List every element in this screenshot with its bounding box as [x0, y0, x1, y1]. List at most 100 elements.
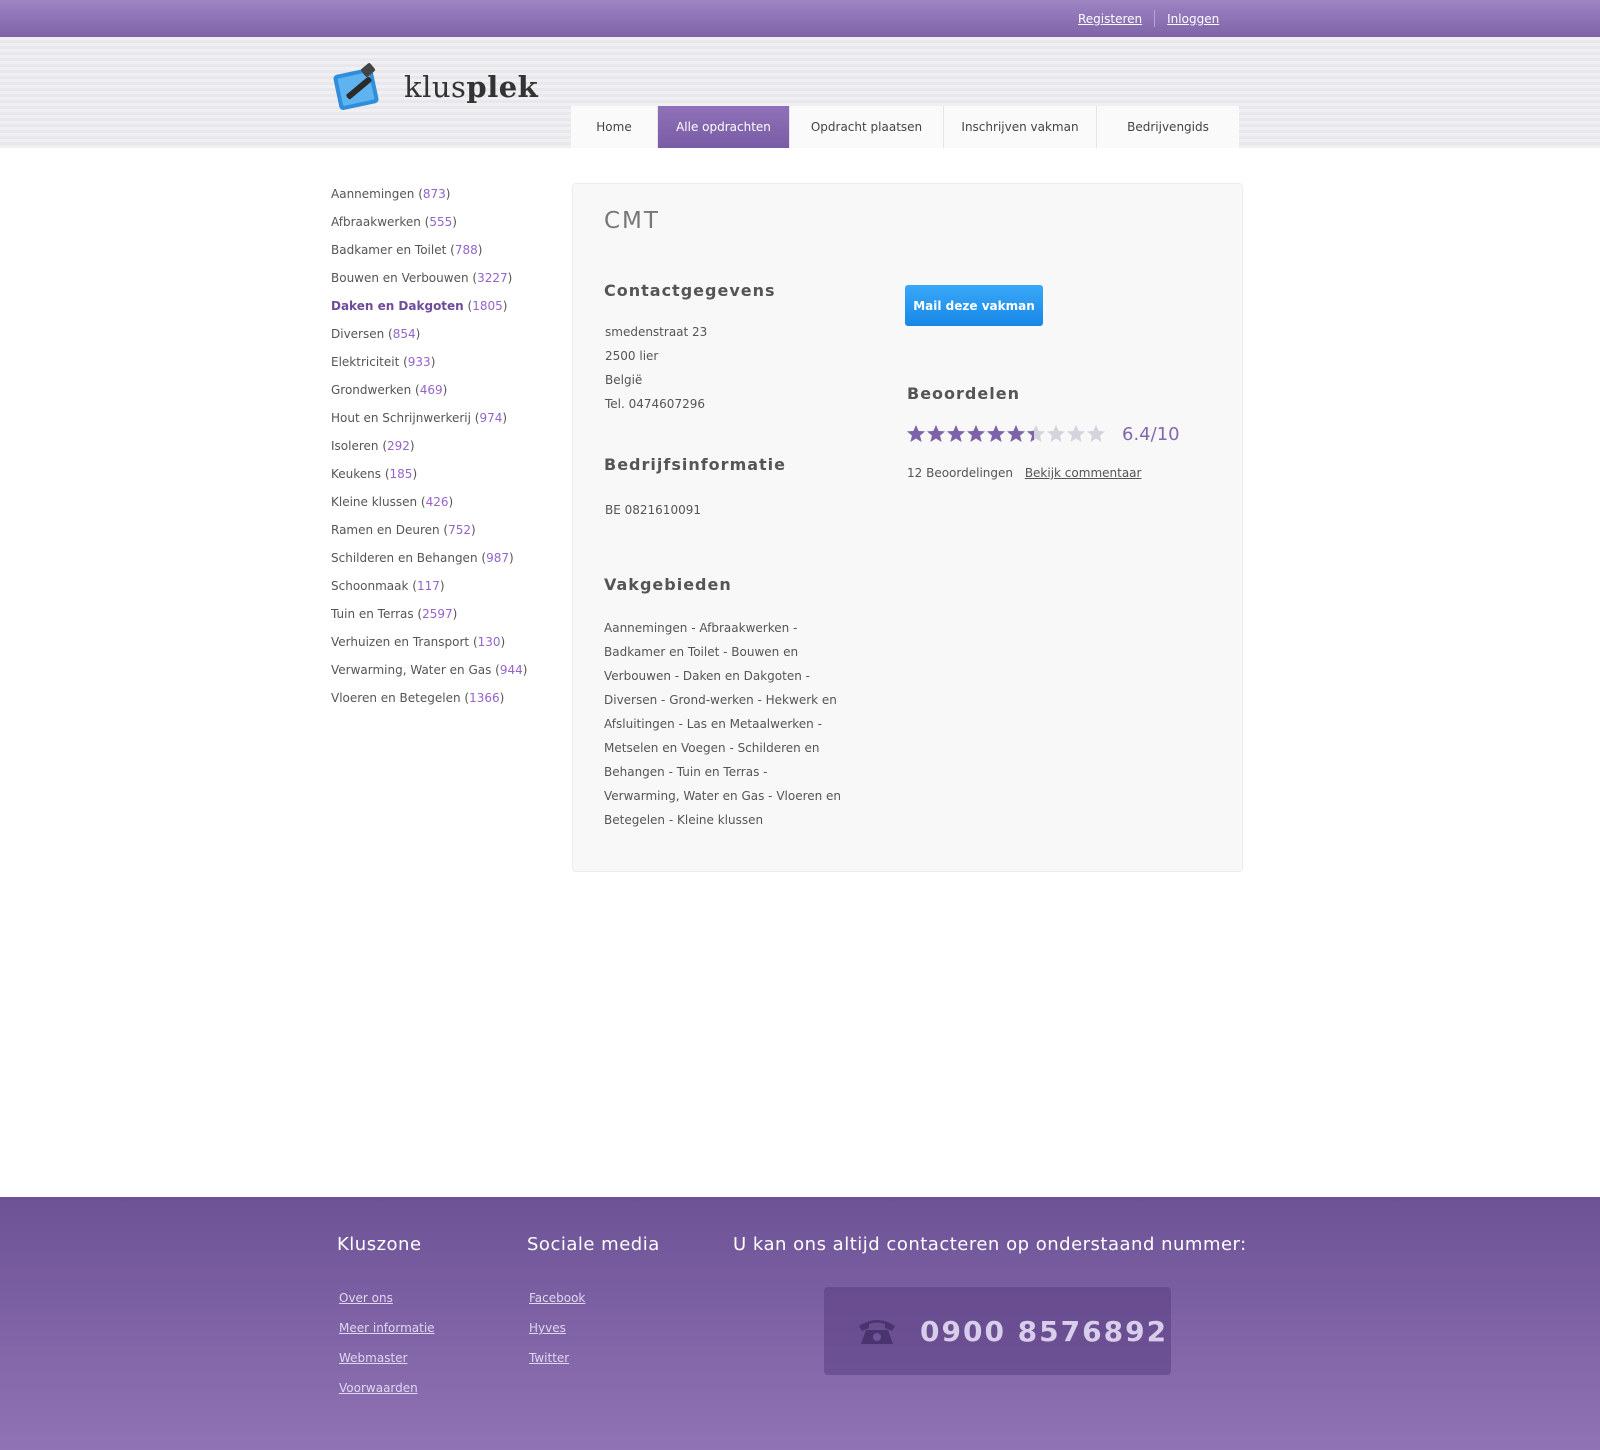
- footer-contact-heading: U kan ons altijd contacteren op ondersta…: [733, 1234, 1247, 1255]
- category-label: Daken en Dakgoten: [331, 299, 464, 313]
- logo-text-bold: plek: [466, 70, 539, 104]
- category-item[interactable]: Badkamer en Toilet (788): [331, 236, 527, 264]
- star-icon[interactable]: [1026, 424, 1046, 444]
- category-item[interactable]: Elektriciteit (933): [331, 348, 527, 376]
- category-label: Afbraakwerken: [331, 215, 421, 229]
- category-item[interactable]: Grondwerken (469): [331, 376, 527, 404]
- reviews-count: 12 Beoordelingen: [907, 466, 1013, 480]
- category-item[interactable]: Tuin en Terras (2597): [331, 600, 527, 628]
- category-count: 987: [486, 551, 509, 565]
- address-street: smedenstraat 23: [605, 325, 708, 339]
- star-icon[interactable]: [1006, 424, 1026, 444]
- category-item[interactable]: Keukens (185): [331, 460, 527, 488]
- category-label: Schilderen en Behangen: [331, 551, 478, 565]
- category-item[interactable]: Bouwen en Verbouwen (3227): [331, 264, 527, 292]
- category-label: Verwarming, Water en Gas: [331, 663, 492, 677]
- company-name: CMT: [604, 208, 660, 234]
- category-label: Isoleren: [331, 439, 379, 453]
- category-count: 117: [416, 579, 440, 593]
- address-block: smedenstraat 23 2500 lier België Tel. 04…: [605, 320, 707, 416]
- category-item[interactable]: Kleine klussen (426): [331, 488, 527, 516]
- rating-stars[interactable]: [906, 424, 1106, 444]
- footer-social-links: Facebook Hyves Twitter: [527, 1283, 660, 1373]
- category-item[interactable]: Daken en Dakgoten (1805): [331, 292, 527, 320]
- logo-text: klusplek: [404, 70, 538, 104]
- category-count: 873: [422, 187, 446, 201]
- main-nav: Home Alle opdrachten Opdracht plaatsen I…: [571, 106, 1239, 148]
- footer-link-over-ons[interactable]: Over ons: [339, 1283, 435, 1313]
- footer-link-voorwaarden[interactable]: Voorwaarden: [339, 1373, 435, 1403]
- category-label: Vloeren en Betegelen: [331, 691, 461, 705]
- category-sidebar: Aannemingen (873) Afbraakwerken (555) Badk…: [331, 180, 527, 712]
- footer-social-heading: Sociale media: [527, 1234, 660, 1255]
- category-item[interactable]: Ramen en Deuren (752): [331, 516, 527, 544]
- phone-icon: [859, 1320, 895, 1344]
- category-count: 185: [389, 467, 413, 481]
- logo-icon: [333, 63, 379, 111]
- category-label: Elektriciteit: [331, 355, 400, 369]
- star-icon[interactable]: [1086, 424, 1106, 444]
- nav-home[interactable]: Home: [571, 106, 658, 148]
- footer-link-meer-informatie[interactable]: Meer informatie: [339, 1313, 435, 1343]
- category-count: 933: [407, 355, 431, 369]
- nav-inschrijven-vakman[interactable]: Inschrijven vakman: [944, 106, 1097, 148]
- footer-link-webmaster[interactable]: Webmaster: [339, 1343, 435, 1373]
- footer-link-twitter[interactable]: Twitter: [529, 1343, 660, 1373]
- mail-vakman-button[interactable]: Mail deze vakman: [905, 285, 1043, 326]
- nav-alle-opdrachten[interactable]: Alle opdrachten: [658, 106, 790, 148]
- category-label: Kleine klussen: [331, 495, 418, 509]
- category-label: Keukens: [331, 467, 382, 481]
- category-count: 944: [499, 663, 523, 677]
- footer-link-hyves[interactable]: Hyves: [529, 1313, 660, 1343]
- footer-contact: U kan ons altijd contacteren op ondersta…: [733, 1234, 1247, 1255]
- nav-opdracht-plaatsen[interactable]: Opdracht plaatsen: [790, 106, 944, 148]
- star-icon[interactable]: [926, 424, 946, 444]
- star-icon[interactable]: [966, 424, 986, 444]
- category-count: 2597: [422, 607, 453, 621]
- register-link[interactable]: Registeren: [1078, 12, 1142, 26]
- category-label: Tuin en Terras: [331, 607, 414, 621]
- star-icon[interactable]: [986, 424, 1006, 444]
- star-icon[interactable]: [1046, 424, 1066, 444]
- category-label: Ramen en Deuren: [331, 523, 440, 537]
- star-icon[interactable]: [906, 424, 926, 444]
- footer-kluszone-links: Over ons Meer informatie Webmaster Voorw…: [337, 1283, 435, 1403]
- category-item[interactable]: Diversen (854): [331, 320, 527, 348]
- footer-col-kluszone: Kluszone Over ons Meer informatie Webmas…: [337, 1234, 435, 1403]
- category-count: 469: [419, 383, 443, 397]
- category-item[interactable]: Isoleren (292): [331, 432, 527, 460]
- address-city: 2500 lier: [605, 349, 659, 363]
- view-comments-link[interactable]: Bekijk commentaar: [1025, 466, 1142, 480]
- company-panel: CMT Contactgegevens smedenstraat 23 2500…: [572, 183, 1243, 872]
- footer-col-social: Sociale media Facebook Hyves Twitter: [527, 1234, 660, 1373]
- category-item[interactable]: Verwarming, Water en Gas (944): [331, 656, 527, 684]
- footer-kluszone-heading: Kluszone: [337, 1234, 422, 1255]
- login-link[interactable]: Inloggen: [1167, 12, 1219, 26]
- address-country: België: [605, 373, 643, 387]
- star-icon[interactable]: [1066, 424, 1086, 444]
- category-count: 3227: [477, 271, 508, 285]
- divider: [1154, 10, 1156, 27]
- phone-box: 0900 8576892: [824, 1287, 1171, 1375]
- category-label: Badkamer en Toilet: [331, 243, 447, 257]
- category-item[interactable]: Schilderen en Behangen (987): [331, 544, 527, 572]
- footer-link-facebook[interactable]: Facebook: [529, 1283, 660, 1313]
- vat-number: BE 0821610091: [605, 503, 701, 517]
- category-item[interactable]: Afbraakwerken (555): [331, 208, 527, 236]
- nav-bedrijvengids[interactable]: Bedrijvengids: [1097, 106, 1239, 148]
- category-item[interactable]: Aannemingen (873): [331, 180, 527, 208]
- category-item[interactable]: Vloeren en Betegelen (1366): [331, 684, 527, 712]
- category-label: Verhuizen en Transport: [331, 635, 470, 649]
- fields-text: Aannemingen - Afbraakwerken - Badkamer e…: [604, 621, 842, 827]
- logo[interactable]: klusplek: [330, 61, 538, 113]
- category-item[interactable]: Verhuizen en Transport (130): [331, 628, 527, 656]
- category-item[interactable]: Hout en Schrijnwerkerij (974): [331, 404, 527, 432]
- category-count: 788: [454, 243, 478, 257]
- category-count: 1805: [472, 299, 503, 313]
- category-item[interactable]: Schoonmaak (117): [331, 572, 527, 600]
- star-icon[interactable]: [946, 424, 966, 444]
- account-links: Registeren Inloggen: [1078, 10, 1219, 27]
- rating-score: 6.4/10: [1122, 424, 1180, 445]
- category-label: Schoonmaak: [331, 579, 409, 593]
- category-label: Hout en Schrijnwerkerij: [331, 411, 471, 425]
